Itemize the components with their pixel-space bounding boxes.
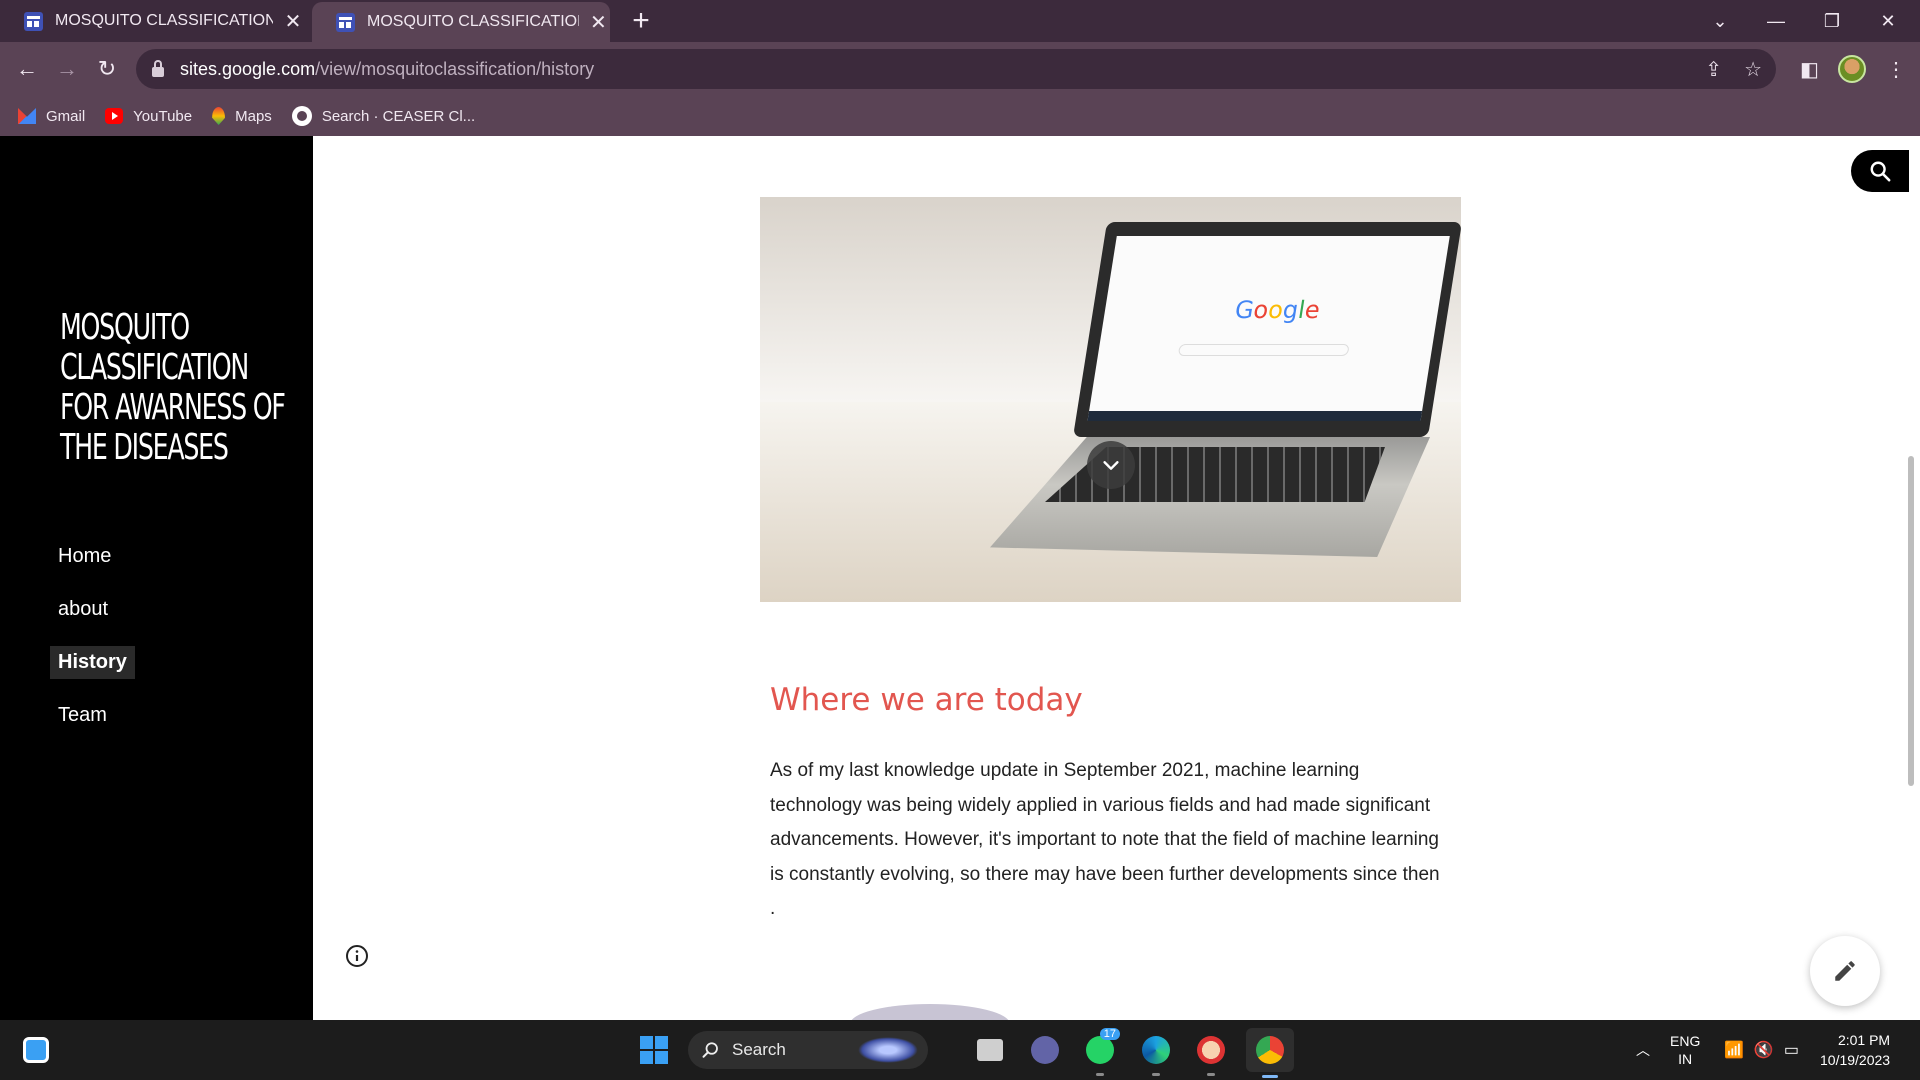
- site-search-button[interactable]: [1851, 150, 1909, 192]
- lock-icon: [152, 60, 164, 77]
- tab-strip: MOSQUITO CLASSIFICATION FO ✕ MOSQUITO CL…: [0, 0, 1920, 42]
- nav-item-history[interactable]: History: [50, 646, 135, 679]
- info-icon: [346, 945, 368, 967]
- minimize-button[interactable]: —: [1748, 0, 1804, 42]
- site-title[interactable]: MOSQUITO CLASSIFICATION FOR AWARNESS OF …: [60, 308, 302, 468]
- notification-badge: 17: [1099, 1028, 1120, 1040]
- maps-icon: [212, 107, 226, 125]
- new-tab-button[interactable]: +: [624, 4, 658, 38]
- start-button[interactable]: [634, 1030, 674, 1070]
- edge-icon[interactable]: [1136, 1030, 1176, 1076]
- close-tab-icon[interactable]: ✕: [587, 10, 610, 35]
- widgets-icon[interactable]: [16, 1030, 56, 1070]
- menu-kebab-icon[interactable]: ⋮: [1886, 52, 1906, 86]
- profile-avatar[interactable]: [1838, 52, 1866, 86]
- whatsapp-icon[interactable]: 17: [1080, 1028, 1120, 1076]
- bookmark-star-icon[interactable]: ☆: [1744, 57, 1762, 82]
- wifi-icon: 📶: [1724, 1042, 1744, 1059]
- tab-title: MOSQUITO CLASSIFICATION FO: [367, 13, 579, 30]
- battery-icon: ▭: [1783, 1042, 1799, 1059]
- youtube-icon: [105, 108, 124, 124]
- windows-logo-icon: [640, 1036, 668, 1064]
- close-window-button[interactable]: ✕: [1860, 0, 1916, 42]
- reload-icon[interactable]: ↻: [90, 52, 124, 86]
- restore-button[interactable]: ❐: [1804, 0, 1860, 42]
- site-sidebar: MOSQUITO CLASSIFICATION FOR AWARNESS OF …: [0, 136, 313, 1020]
- bookmarks-bar: Gmail YouTube Maps Search · CEASER Cl...: [0, 96, 1920, 136]
- github-icon: [291, 106, 312, 126]
- close-tab-icon[interactable]: ✕: [281, 9, 305, 34]
- windows-taskbar: Search 17 ︿ ENG IN 📶 🔇 ▭ 2:01 PM 10/19/202…: [0, 1020, 1920, 1080]
- back-arrow-icon[interactable]: ←: [10, 52, 44, 86]
- bookmark-gmail[interactable]: Gmail: [18, 108, 85, 125]
- browser-tab-2[interactable]: MOSQUITO CLASSIFICATION FO ✕: [312, 2, 610, 42]
- share-icon[interactable]: ⇪: [1705, 57, 1722, 82]
- tab-search-chevron-icon[interactable]: ⌄: [1692, 0, 1748, 42]
- show-hidden-icons-chevron-icon[interactable]: ︿: [1636, 1020, 1650, 1080]
- side-panel-icon[interactable]: ◧: [1800, 52, 1819, 86]
- search-icon: [1870, 161, 1891, 182]
- tab-title: MOSQUITO CLASSIFICATION FO: [55, 12, 273, 29]
- search-highlight-image: [858, 1037, 918, 1063]
- language-indicator[interactable]: ENG IN: [1670, 1020, 1700, 1080]
- nav-item-about[interactable]: about: [50, 593, 116, 626]
- edit-page-button[interactable]: [1810, 936, 1880, 1006]
- laptop-screen: Google: [1072, 222, 1461, 437]
- google-logo-text: Google: [1232, 296, 1322, 324]
- site-nav: Home about History Team: [50, 540, 135, 752]
- pencil-icon: [1835, 961, 1855, 981]
- google-sites-favicon-icon: [24, 11, 43, 31]
- section-body-text: As of my last knowledge update in Septem…: [770, 760, 1440, 919]
- bookmark-youtube[interactable]: YouTube: [105, 108, 192, 125]
- chrome-icon[interactable]: [1246, 1028, 1294, 1078]
- nav-item-home[interactable]: Home: [50, 540, 119, 573]
- teams-chat-icon[interactable]: [1025, 1030, 1065, 1070]
- chevron-down-icon: [1103, 461, 1119, 470]
- task-view-icon[interactable]: [970, 1030, 1010, 1070]
- scroll-down-button[interactable]: [1087, 441, 1135, 489]
- browser-toolbar: ← → ↻ sites.google.com/view/mosquitoclas…: [0, 42, 1920, 96]
- bookmark-maps[interactable]: Maps: [212, 107, 272, 125]
- hero-image-laptop: Google: [760, 197, 1461, 602]
- search-icon: [702, 1042, 718, 1058]
- info-button[interactable]: [345, 944, 369, 968]
- nav-item-team[interactable]: Team: [50, 699, 115, 732]
- speaker-muted-icon: 🔇: [1753, 1042, 1774, 1059]
- address-bar[interactable]: sites.google.com/view/mosquitoclassifica…: [136, 49, 1776, 89]
- next-section-image: [850, 1004, 1010, 1020]
- page-scrollbar[interactable]: [1908, 456, 1914, 786]
- url-text: sites.google.com/view/mosquitoclassifica…: [180, 58, 595, 79]
- google-sites-favicon-icon: [336, 12, 355, 32]
- forward-arrow-icon[interactable]: →: [50, 52, 84, 86]
- gmail-icon: [18, 108, 36, 124]
- avatar-app-icon[interactable]: [1191, 1030, 1231, 1076]
- clock[interactable]: 2:01 PM 10/19/2023: [1820, 1020, 1890, 1080]
- page-content: MOSQUITO CLASSIFICATION FOR AWARNESS OF …: [0, 136, 1920, 1020]
- system-tray-status[interactable]: 📶 🔇 ▭: [1724, 1020, 1799, 1080]
- section-heading: Where we are today: [770, 682, 1083, 718]
- bookmark-github-search[interactable]: Search · CEASER Cl...: [291, 106, 475, 126]
- taskbar-search[interactable]: Search: [688, 1031, 928, 1069]
- browser-tab-1[interactable]: MOSQUITO CLASSIFICATION FO ✕: [0, 0, 310, 42]
